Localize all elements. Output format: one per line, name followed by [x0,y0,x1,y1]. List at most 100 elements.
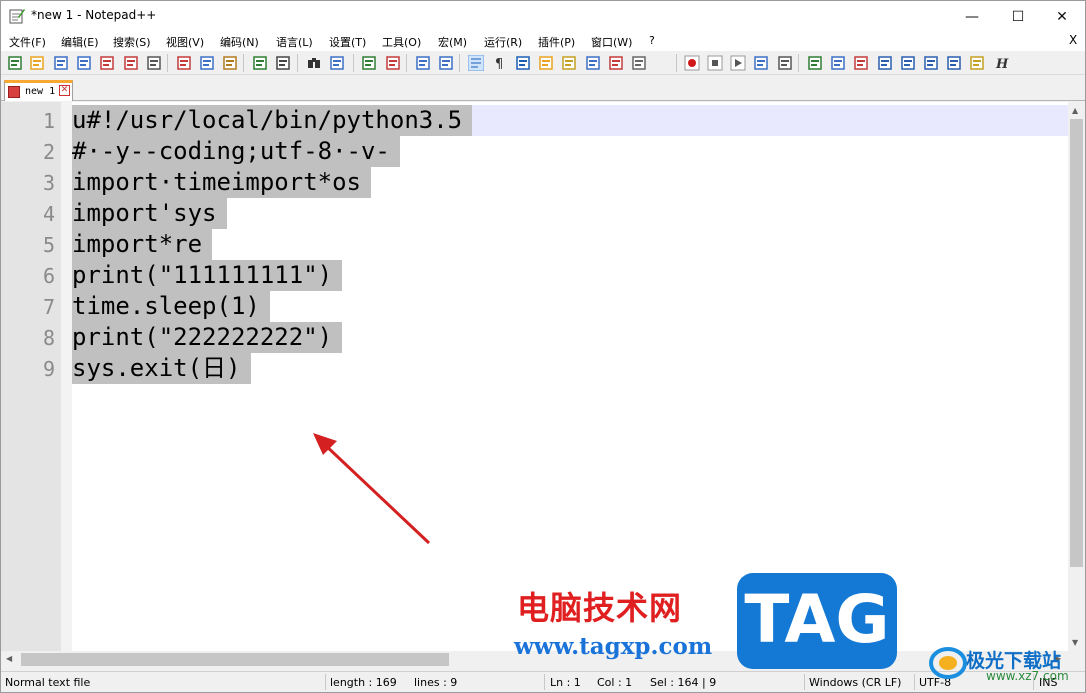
status-lines: lines : 9 [414,676,458,689]
cut-icon[interactable] [176,55,192,71]
line-number: 6 [42,264,55,288]
code-line[interactable]: import·timeimport*os [72,167,371,198]
paste-icon[interactable] [222,55,238,71]
svg-text:¶: ¶ [495,57,503,71]
menu-tools[interactable]: 工具(O) [382,34,421,50]
notepadpp-window: *new 1 - Notepad++ — ☐ ✕ 文件(F) 编辑(E) 搜索(… [0,0,1086,693]
plugin-9-icon[interactable]: H [993,55,1009,71]
tab-new-1[interactable]: new 1 ✕ [4,80,73,101]
plugin-8-icon[interactable] [969,55,985,71]
zoom-out-icon[interactable] [385,55,401,71]
close-all-icon[interactable] [123,55,139,71]
word-wrap-icon[interactable] [468,55,484,71]
maximize-icon: ☐ [1011,8,1025,25]
menu-edit[interactable]: 编辑(E) [61,34,99,50]
code-line[interactable]: #·-y--coding;utf-8·-v- [72,136,400,167]
watermark-url: www.tagxp.com [514,633,713,660]
save-icon[interactable] [53,55,69,71]
title-bar[interactable]: *new 1 - Notepad++ — ☐ ✕ [1,1,1085,32]
menu-run[interactable]: 运行(R) [484,34,522,50]
code-line[interactable]: u#!/usr/local/bin/python3.5 [72,105,473,136]
vertical-scroll-thumb[interactable] [1070,119,1083,567]
menu-help[interactable]: ? [649,34,655,47]
record-macro-icon[interactable] [684,55,700,71]
toolbar-separator [353,54,354,72]
status-col: Col : 1 [597,676,633,689]
line-number: 9 [42,357,55,381]
plugin-4-icon[interactable] [877,55,893,71]
doc-map-icon[interactable] [561,55,577,71]
window-title: *new 1 - Notepad++ [31,8,157,22]
menu-language[interactable]: 语言(L) [276,34,313,50]
folder-workspace-icon[interactable] [608,55,624,71]
toolbar-separator [243,54,244,72]
fold-margin[interactable] [61,102,72,651]
status-eol[interactable]: Windows (CR LF) [809,676,901,689]
show-all-chars-icon[interactable]: ¶ [491,55,507,71]
toolbar-separator [459,54,460,72]
find-icon[interactable] [306,55,322,71]
plugin-5-icon[interactable] [900,55,916,71]
monitoring-icon[interactable] [631,55,647,71]
new-file-icon[interactable] [7,55,23,71]
redo-icon[interactable] [275,55,291,71]
plugin-7-icon[interactable] [946,55,962,71]
sync-vertical-icon[interactable] [415,55,431,71]
plugin-6-icon[interactable] [923,55,939,71]
sync-horizontal-icon[interactable] [438,55,454,71]
annotation-arrow [313,433,431,545]
code-line[interactable]: print("222222222") [72,322,343,353]
function-list-icon[interactable] [585,55,601,71]
menu-file[interactable]: 文件(F) [9,34,46,50]
tab-bar: new 1 ✕ [1,77,1085,101]
play-macro-icon[interactable] [730,55,746,71]
close-icon[interactable] [99,55,115,71]
status-ln: Ln : 1 [550,676,581,689]
vertical-scrollbar[interactable]: ▲ ▼ [1068,102,1085,651]
close-window-button[interactable]: ✕ [1039,1,1085,32]
indent-guide-icon[interactable] [515,55,531,71]
undo-icon[interactable] [252,55,268,71]
plugin-1-icon[interactable] [807,55,823,71]
code-line[interactable]: import*re [72,229,213,260]
editor-area[interactable]: 1 u#!/usr/local/bin/python3.5 2 #·-y--codin… [1,102,1068,651]
run-macro-multiple-icon[interactable] [753,55,769,71]
menu-macro[interactable]: 宏(M) [438,34,467,50]
zoom-in-icon[interactable] [361,55,377,71]
status-length: length : 169 [330,676,397,689]
plugin-2-icon[interactable] [830,55,846,71]
save-macro-icon[interactable] [777,55,793,71]
copy-icon[interactable] [199,55,215,71]
maximize-button[interactable]: ☐ [995,1,1041,32]
close-document-button[interactable]: X [1069,33,1077,47]
menu-plugins[interactable]: 插件(P) [538,34,575,50]
print-icon[interactable] [146,55,162,71]
toolbar-separator [798,54,799,72]
horizontal-scroll-thumb[interactable] [21,653,449,666]
code-line[interactable]: print("111111111") [72,260,343,291]
plugin-3-icon[interactable] [853,55,869,71]
status-sel: Sel : 164 | 9 [650,676,717,689]
menu-search[interactable]: 搜索(S) [113,34,151,50]
scroll-up-icon[interactable]: ▲ [1072,106,1078,115]
tab-close-icon[interactable]: ✕ [59,85,70,96]
language-icon[interactable] [538,55,554,71]
status-divider [544,674,545,690]
save-all-icon[interactable] [76,55,92,71]
open-file-icon[interactable] [29,55,45,71]
stop-record-icon[interactable] [707,55,723,71]
toolbar-separator [406,54,407,72]
menu-encoding[interactable]: 编码(N) [220,34,259,50]
code-line[interactable]: time.sleep(1) [72,291,270,322]
status-divider [804,674,805,690]
tab-label: new 1 [25,86,56,97]
replace-icon[interactable] [329,55,345,71]
line-number: 8 [42,326,55,350]
minimize-button[interactable]: — [949,1,995,32]
menu-view[interactable]: 视图(V) [166,34,204,50]
menu-settings[interactable]: 设置(T) [329,34,366,50]
code-line[interactable]: sys.exit(日) [72,353,251,384]
scroll-left-icon[interactable]: ◀ [6,654,12,663]
code-line[interactable]: import'sys [72,198,227,229]
menu-window[interactable]: 窗口(W) [591,34,632,50]
